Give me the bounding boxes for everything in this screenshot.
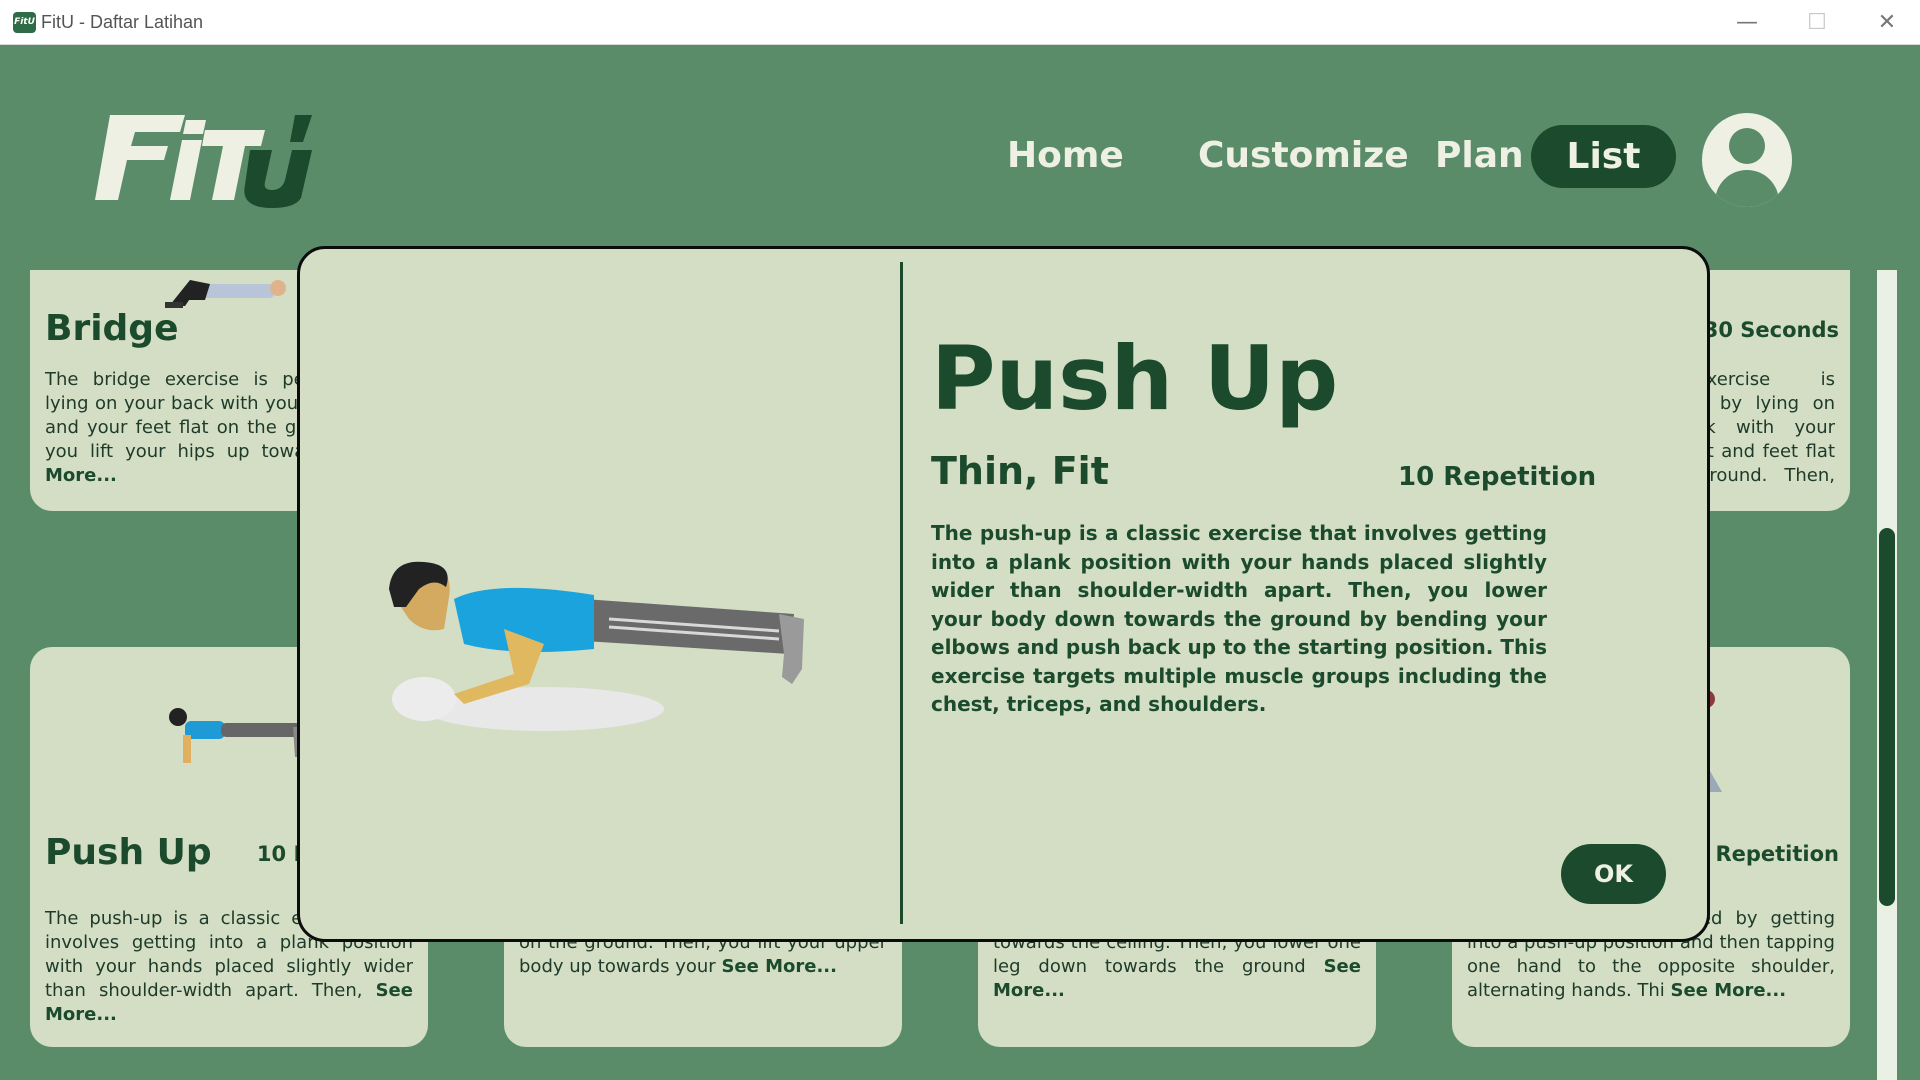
- maximize-button[interactable]: ☐: [1782, 0, 1852, 45]
- ok-button[interactable]: OK: [1561, 844, 1666, 904]
- see-more-link[interactable]: See More...: [721, 956, 837, 977]
- card-title: Push Up: [45, 832, 212, 873]
- modal-tags: Thin, Fit: [931, 449, 1109, 493]
- nav-customize[interactable]: Customize: [1198, 135, 1409, 176]
- nav-list[interactable]: List: [1531, 125, 1676, 188]
- window-title: FitU - Daftar Latihan: [41, 12, 204, 32]
- modal-divider: [900, 262, 903, 924]
- minimize-button[interactable]: —: [1712, 0, 1782, 45]
- app-icon: FitU: [13, 12, 36, 33]
- modal-repetition: 10 Repetition: [1398, 462, 1597, 492]
- push-up-illustration: [389, 561, 804, 731]
- user-avatar-icon[interactable]: [1702, 113, 1792, 207]
- close-button[interactable]: ✕: [1852, 0, 1920, 45]
- see-more-link[interactable]: See More...: [1671, 980, 1787, 1001]
- bridge-illustration: [165, 280, 286, 308]
- fitu-logo[interactable]: [90, 110, 315, 210]
- card-title: Bridge: [45, 308, 179, 349]
- scrollbar-thumb[interactable]: [1879, 528, 1895, 906]
- window-titlebar: FitU FitU - Daftar Latihan — ☐ ✕: [0, 0, 1920, 45]
- exercise-detail-modal: Push Up Thin, Fit 10 Repetition The push…: [297, 246, 1710, 942]
- nav-home[interactable]: Home: [1007, 135, 1124, 176]
- modal-title: Push Up: [931, 327, 1339, 430]
- nav-plan[interactable]: Plan: [1435, 135, 1524, 176]
- card-duration: 30 Seconds: [1703, 318, 1839, 342]
- modal-description: The push-up is a classic exercise that i…: [931, 521, 1547, 716]
